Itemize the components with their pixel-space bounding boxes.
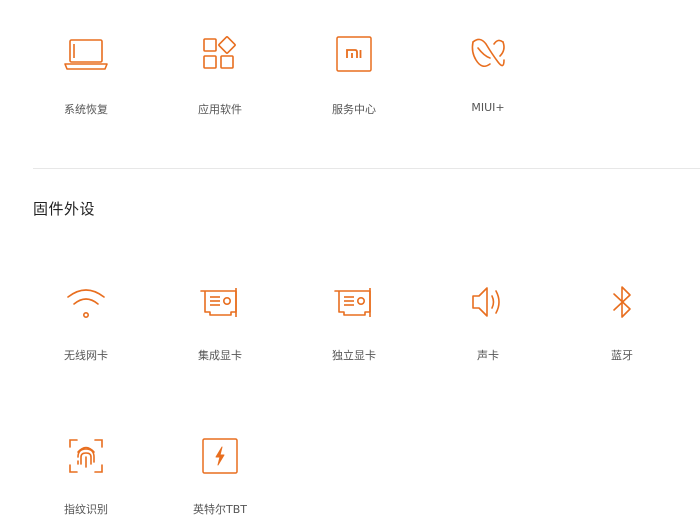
graphics-card-icon [328, 276, 380, 328]
tile-integrated-graphics[interactable]: 集成显卡 [165, 276, 275, 376]
speaker-icon [462, 276, 514, 328]
tile-label: 英特尔TBT [193, 503, 247, 516]
tile-label: 系统恢复 [64, 103, 108, 116]
mi-logo-icon [328, 28, 380, 80]
tile-label: 声卡 [477, 349, 499, 362]
tile-label: 独立显卡 [332, 349, 376, 362]
tile-miui-plus[interactable]: MIUI+ [433, 28, 543, 128]
tile-sound-card[interactable]: 声卡 [433, 276, 543, 376]
miui-plus-icon [462, 28, 514, 80]
tile-system-recovery[interactable]: 系统恢复 [31, 28, 141, 128]
graphics-card-icon [194, 276, 246, 328]
tile-label: 服务中心 [332, 103, 376, 116]
tile-label: 指纹识别 [64, 503, 108, 516]
tile-label: 集成显卡 [198, 349, 242, 362]
section-divider [33, 168, 700, 169]
tile-label: 蓝牙 [611, 349, 633, 362]
tile-label: 无线网卡 [64, 349, 108, 362]
tile-fingerprint[interactable]: 指纹识别 [31, 430, 141, 526]
tile-service-center[interactable]: 服务中心 [299, 28, 409, 128]
tile-bluetooth[interactable]: 蓝牙 [567, 276, 677, 376]
tile-intel-tbt[interactable]: 英特尔TBT [165, 430, 275, 526]
tile-applications[interactable]: 应用软件 [165, 28, 275, 128]
tile-discrete-graphics[interactable]: 独立显卡 [299, 276, 409, 376]
laptop-icon [60, 28, 112, 80]
tile-label: 应用软件 [198, 103, 242, 116]
tile-label: MIUI+ [471, 101, 505, 114]
section-title: 固件外设 [33, 200, 96, 218]
wifi-icon [60, 276, 112, 328]
apps-icon [194, 28, 246, 80]
fingerprint-icon [60, 430, 112, 482]
thunderbolt-icon [194, 430, 246, 482]
driver-download-page: 系统恢复 应用软件 服务中心 MIUI+ 固件外设 无线网卡 集成显卡 独立显卡… [0, 0, 700, 526]
tile-wireless-card[interactable]: 无线网卡 [31, 276, 141, 376]
bluetooth-icon [596, 276, 648, 328]
